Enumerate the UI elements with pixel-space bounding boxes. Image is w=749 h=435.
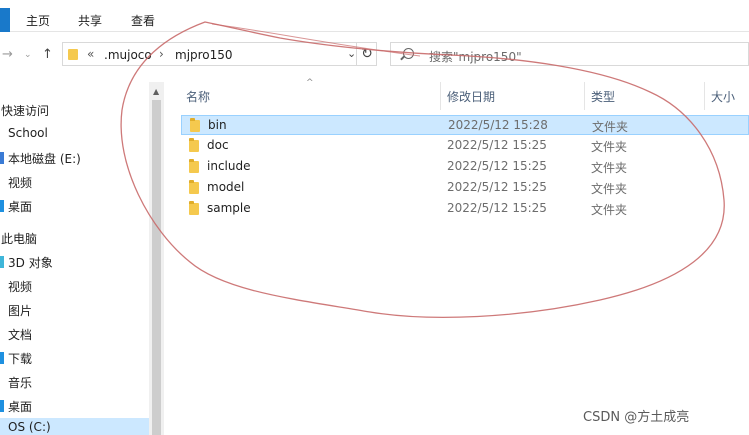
folder-icon [190,118,200,132]
column-date[interactable]: 修改日期 [447,88,495,105]
file-name: model [207,180,245,194]
file-type: 文件夹 [591,140,628,154]
tab-share[interactable]: 共享 [78,12,102,29]
column-header: ^ 名称 修改日期 类型 大小 [164,78,749,110]
tab-home[interactable]: 主页 [26,12,50,29]
watermark: CSDN @方土成亮 [583,410,690,425]
breadcrumb-mujoco[interactable]: .mujoco [104,48,152,62]
file-row-bin[interactable]: bin 2022/5/12 15:28 文件夹 [181,115,749,135]
scroll-up-icon[interactable]: ▲ [153,87,159,96]
address-bar[interactable]: « .mujoco › mjpro150 ⌄ ↻ [62,42,377,66]
file-type: 文件夹 [591,182,628,196]
back-arrow-icon[interactable]: → [2,47,13,62]
folder-icon [189,159,199,173]
column-size[interactable]: 大小 [711,88,735,105]
file-row-sample[interactable]: sample 2022/5/12 15:25 文件夹 [181,199,749,219]
download-icon [0,352,4,364]
drive-icon [0,152,4,164]
column-divider[interactable] [440,82,441,110]
file-name: bin [208,118,227,132]
breadcrumb-separator[interactable]: › [159,47,164,61]
file-date: 2022/5/12 15:25 [447,159,547,173]
refresh-icon[interactable]: ↻ [356,43,377,65]
search-icon [403,48,414,59]
file-date: 2022/5/12 15:25 [447,201,547,215]
sort-caret-icon: ^ [306,78,314,88]
desktop-icon [0,400,4,412]
file-row-model[interactable]: model 2022/5/12 15:25 文件夹 [181,178,749,198]
folder-icon [189,201,199,215]
desktop-icon [0,200,4,212]
up-arrow-icon[interactable]: ↑ [42,47,53,62]
sidebar-scrollbar[interactable]: ▲ [149,82,164,435]
search-box[interactable]: 搜索"mjpro150" [390,42,749,66]
navigation-bar: → ⌄ ↑ « .mujoco › mjpro150 ⌄ ↻ 搜索"mjpro1… [0,32,749,78]
file-row-include[interactable]: include 2022/5/12 15:25 文件夹 [181,157,749,177]
file-name: doc [207,138,229,152]
folder-icon [68,49,78,60]
column-type[interactable]: 类型 [591,88,615,105]
sidebar-item-os-c[interactable]: OS (C:) [0,418,149,435]
folder-icon [189,180,199,194]
file-date: 2022/5/12 15:28 [448,118,548,132]
file-name: sample [207,201,251,215]
tab-view[interactable]: 查看 [131,12,155,29]
folder-icon [189,138,199,152]
3d-objects-icon [0,256,4,268]
file-date: 2022/5/12 15:25 [447,180,547,194]
file-type: 文件夹 [591,203,628,217]
scrollbar-thumb[interactable] [152,100,161,435]
ribbon: 主页 共享 查看 [0,0,749,32]
search-input[interactable]: 搜索"mjpro150" [429,48,522,65]
file-row-doc[interactable]: doc 2022/5/12 15:25 文件夹 [181,136,749,156]
column-divider[interactable] [704,82,705,110]
file-tab[interactable] [0,8,10,32]
chevron-down-icon[interactable]: ⌄ [24,50,32,60]
column-divider[interactable] [584,82,585,110]
file-type: 文件夹 [592,120,629,134]
address-dropdown-icon[interactable]: ⌄ [347,47,356,60]
column-name[interactable]: 名称 [186,88,210,105]
file-name: include [207,159,251,173]
breadcrumb-overflow[interactable]: « [87,47,94,61]
breadcrumb-mjpro150[interactable]: mjpro150 [175,48,233,62]
file-date: 2022/5/12 15:25 [447,138,547,152]
navigation-pane: 快速访问 School 本地磁盘 (E:) 视频 桌面 此电脑 3D 对象 视频… [0,82,149,435]
file-type: 文件夹 [591,161,628,175]
